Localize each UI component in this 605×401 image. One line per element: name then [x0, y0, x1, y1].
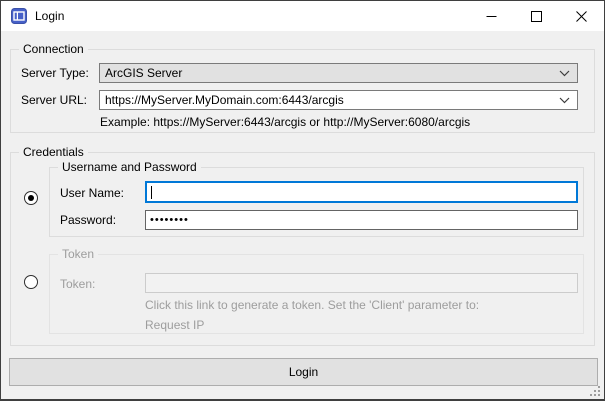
server-url-combobox[interactable]: https://MyServer.MyDomain.com:6443/arcgi… — [99, 90, 578, 110]
caption-buttons — [469, 1, 604, 31]
text-caret — [151, 186, 152, 199]
credentials-group-label: Credentials — [19, 145, 88, 160]
maximize-button[interactable] — [514, 1, 559, 31]
token-client-param-value: Request IP — [145, 318, 204, 332]
password-masked-value: •••••••• — [146, 213, 189, 227]
login-button[interactable]: Login — [9, 358, 598, 386]
chevron-down-icon — [559, 70, 570, 77]
user-name-label: User Name: — [60, 186, 124, 200]
titlebar[interactable]: Login — [1, 1, 604, 31]
username-password-radio[interactable] — [24, 191, 38, 205]
server-url-label: Server URL: — [21, 93, 87, 107]
server-type-dropdown[interactable]: ArcGIS Server — [99, 63, 578, 83]
token-label: Token: — [60, 277, 95, 291]
user-name-input[interactable] — [145, 181, 578, 203]
resize-grip-icon — [590, 386, 601, 397]
close-button[interactable] — [559, 1, 604, 31]
minimize-icon — [486, 11, 497, 22]
token-group-label: Token — [58, 247, 98, 262]
minimize-button[interactable] — [469, 1, 514, 31]
username-password-group: Username and Password User Name: Passwor… — [49, 167, 584, 237]
username-password-group-label: Username and Password — [58, 160, 201, 175]
login-button-label: Login — [289, 365, 318, 379]
close-icon — [576, 11, 587, 22]
password-label: Password: — [60, 213, 116, 227]
token-input — [145, 273, 578, 293]
chevron-down-icon — [559, 97, 570, 104]
app-window-icon — [11, 8, 27, 24]
window-title: Login — [35, 9, 64, 23]
password-input[interactable]: •••••••• — [145, 210, 578, 230]
maximize-icon — [531, 11, 542, 22]
resize-grip[interactable] — [590, 386, 601, 397]
login-dialog: Login Connection Server Type: ArcGIS Ser… — [0, 0, 605, 401]
credentials-group: Credentials Username and Password User N… — [10, 152, 595, 346]
token-group: Token Token: Click this link to generate… — [49, 254, 584, 334]
server-url-example-text: Example: https://MyServer:6443/arcgis or… — [100, 115, 470, 129]
server-type-value: ArcGIS Server — [100, 66, 559, 80]
server-url-value: https://MyServer.MyDomain.com:6443/arcgi… — [100, 93, 559, 107]
connection-group-label: Connection — [19, 42, 88, 57]
server-type-label: Server Type: — [21, 66, 89, 80]
token-help-text: Click this link to generate a token. Set… — [145, 298, 479, 312]
connection-group: Connection Server Type: ArcGIS Server Se… — [10, 49, 595, 133]
token-radio[interactable] — [24, 275, 38, 289]
